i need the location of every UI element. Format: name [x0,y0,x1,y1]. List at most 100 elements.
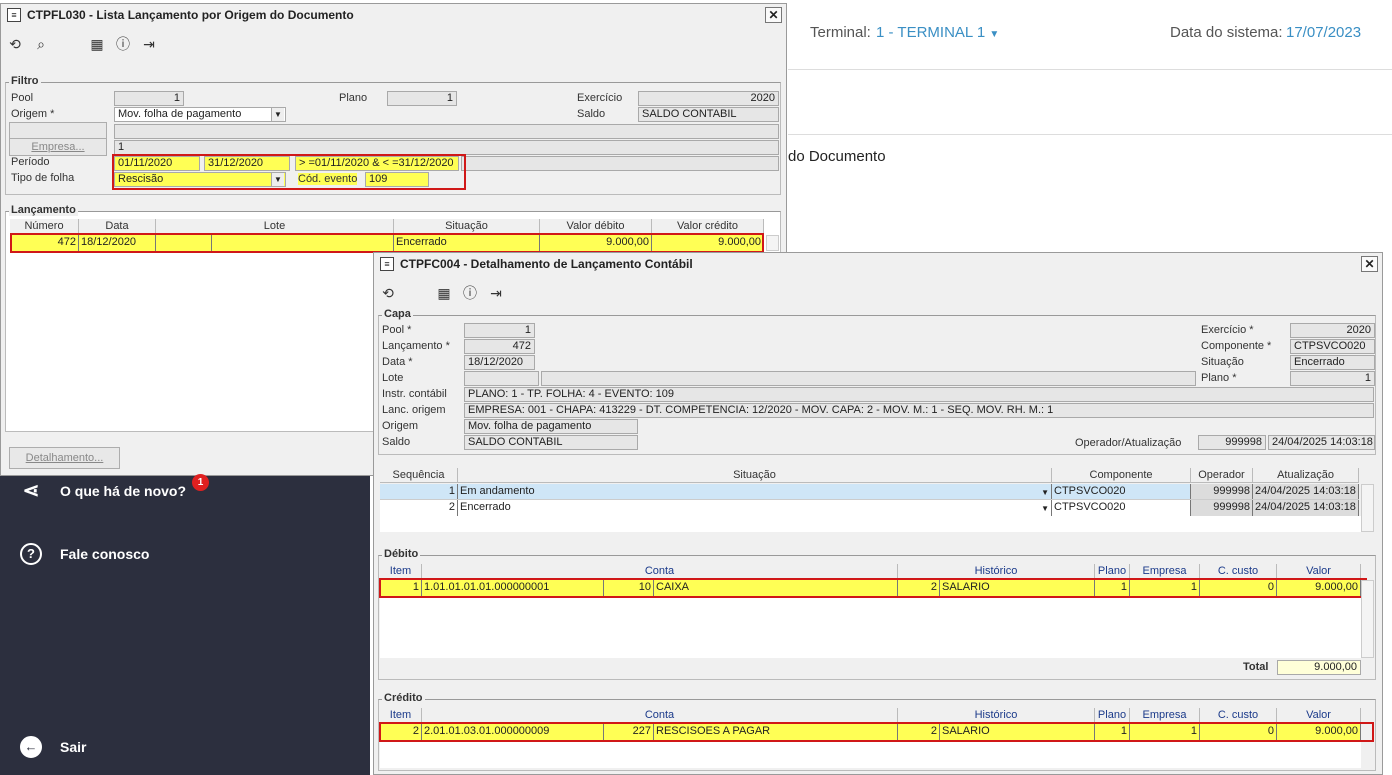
terminal-value: 1 - TERMINAL 1 [876,24,986,41]
exit-icon[interactable]: ⇥ [141,36,157,52]
sidebar: ⋖ O que há de novo? 1 ? Fale conosco ← S… [0,474,370,775]
credito-grid-empty [380,742,1361,768]
dropdown-arrow-icon[interactable]: ▼ [1041,485,1049,499]
dropdown-arrow-icon[interactable]: ▼ [1041,501,1049,516]
lanc-origem-label: Lanc. origem [382,404,446,416]
system-date-label: Data do sistema: [1170,24,1283,41]
col-operador[interactable]: Operador [1191,468,1253,483]
col-situacao[interactable]: Situação [458,468,1052,483]
col-item[interactable]: Item [380,708,422,723]
col-componente[interactable]: Componente [1052,468,1191,483]
calendar-icon[interactable]: ▦ [436,285,452,301]
col-data[interactable]: Data [79,219,156,234]
pool-field[interactable]: 1 [114,91,184,106]
instr-contabil-field[interactable]: PLANO: 1 - TP. FOLHA: 4 - EVENTO: 109 [464,387,1374,402]
help-circle-icon: ? [20,543,42,565]
col-plano[interactable]: Plano [1095,708,1130,723]
tipo-folha-label: Tipo de folha [11,172,75,184]
situacao-field[interactable]: Encerrado [1290,355,1375,370]
lote-desc-field[interactable] [541,371,1196,386]
col-valor-debito[interactable]: Valor débito [540,219,652,234]
saldo-field[interactable]: SALDO CONTABIL [464,435,638,450]
close-button[interactable]: ✕ [765,7,782,23]
search-icon[interactable]: ⌕ [33,36,49,52]
componente-field[interactable]: CTPSVCO020 [1290,339,1375,354]
refresh-icon[interactable]: ⟲ [7,36,23,52]
document-icon: ≡ [7,8,21,22]
empresa-field[interactable]: 1 [114,140,779,155]
scrollbar[interactable] [766,235,779,251]
col-historico[interactable]: Histórico [898,564,1095,579]
credito-label: Crédito [382,692,425,704]
col-sequencia[interactable]: Sequência [380,468,458,483]
col-valor[interactable]: Valor [1277,708,1361,723]
atualizacao-field[interactable]: 24/04/2025 14:03:18 [1268,435,1375,450]
col-conta[interactable]: Conta [422,564,898,579]
cell-operador: 999998 [1191,484,1253,499]
page-title-fragment: do Documento [788,148,886,165]
plano-field[interactable]: 1 [387,91,457,106]
col-lote[interactable]: Lote [156,219,394,234]
periodo-label: Período [11,156,50,168]
calendar-icon[interactable]: ▦ [89,36,105,52]
lote-field[interactable] [464,371,539,386]
lanc-origem-field[interactable]: EMPRESA: 001 - CHAPA: 413229 - DT. COMPE… [464,403,1374,418]
col-conta[interactable]: Conta [422,708,898,723]
col-situacao[interactable]: Situação [394,219,540,234]
help-icon[interactable]: ⓘ [115,36,131,52]
table-row[interactable]: 2 Encerrado ▼ CTPSVCO020 999998 24/04/202… [380,500,1359,516]
exercicio-field[interactable]: 2020 [638,91,779,106]
col-valor[interactable]: Valor [1277,564,1361,579]
table-row[interactable]: 1 Em andamento ▼ CTPSVCO020 999998 24/04/… [380,484,1359,500]
scrollbar[interactable] [1361,484,1374,532]
sidebar-item-whats-new[interactable]: ⋖ O que há de novo? 1 [20,474,209,503]
terminal-selector[interactable]: 1 - TERMINAL 1 ▼ [876,24,999,41]
pool-field[interactable]: 1 [464,323,535,338]
lancamento-label: Lançamento [9,204,78,216]
saldo-field[interactable]: SALDO CONTABIL [638,107,779,122]
situacao-value: Em andamento [460,485,535,497]
pool-label: Pool [11,92,34,104]
col-ccusto[interactable]: C. custo [1200,564,1277,579]
debito-label: Débito [382,548,421,560]
refresh-icon[interactable]: ⟲ [380,285,396,301]
lancamento-field[interactable]: 472 [464,339,535,354]
operador-field[interactable]: 999998 [1198,435,1266,450]
cell-situacao[interactable]: Encerrado ▼ [458,500,1052,516]
cell-situacao[interactable]: Em andamento ▼ [458,484,1052,499]
exercicio-label: Exercício * [1201,324,1254,336]
col-empresa[interactable]: Empresa [1130,708,1200,723]
plano-field[interactable]: 1 [1290,371,1375,386]
exercicio-field[interactable]: 2020 [1290,323,1375,338]
origem-label: Origem * [11,108,55,120]
col-empresa[interactable]: Empresa [1130,564,1200,579]
origem-field[interactable]: Mov. folha de pagamento [464,419,638,434]
scrollbar[interactable] [1361,580,1374,658]
col-item[interactable]: Item [380,564,422,579]
sidebar-item-logout[interactable]: ← Sair [20,736,86,758]
col-atualizacao[interactable]: Atualização [1253,468,1359,483]
dropdown-arrow-icon[interactable]: ▼ [271,108,284,121]
saldo-label: Saldo [577,108,606,120]
data-field[interactable]: 18/12/2020 [464,355,535,370]
close-button[interactable]: ✕ [1361,256,1378,272]
origem-select[interactable]: Mov. folha de pagamento ▼ [114,107,286,122]
sidebar-item-label: Fale conosco [60,546,150,562]
col-numero[interactable]: Número [10,219,79,234]
col-ccusto[interactable]: C. custo [1200,708,1277,723]
window-title: CTPFC004 - Detalhamento de Lançamento Co… [400,257,693,271]
sidebar-item-contact[interactable]: ? Fale conosco [20,543,149,565]
row-highlight [10,233,764,253]
col-valor-credito[interactable]: Valor crédito [652,219,764,234]
data-label: Data * [382,356,413,368]
total-field: 9.000,00 [1277,660,1361,675]
exit-icon[interactable]: ⇥ [488,285,504,301]
col-plano[interactable]: Plano [1095,564,1130,579]
col-historico[interactable]: Histórico [898,708,1095,723]
empresa-button[interactable]: Empresa... [9,138,107,156]
detalhamento-button[interactable]: Detalhamento... [9,447,120,469]
cell-componente: CTPSVCO020 [1052,484,1191,499]
total-label: Total [1243,661,1269,673]
empresa-desc-field[interactable] [114,124,779,139]
help-icon[interactable]: ⓘ [462,285,478,301]
